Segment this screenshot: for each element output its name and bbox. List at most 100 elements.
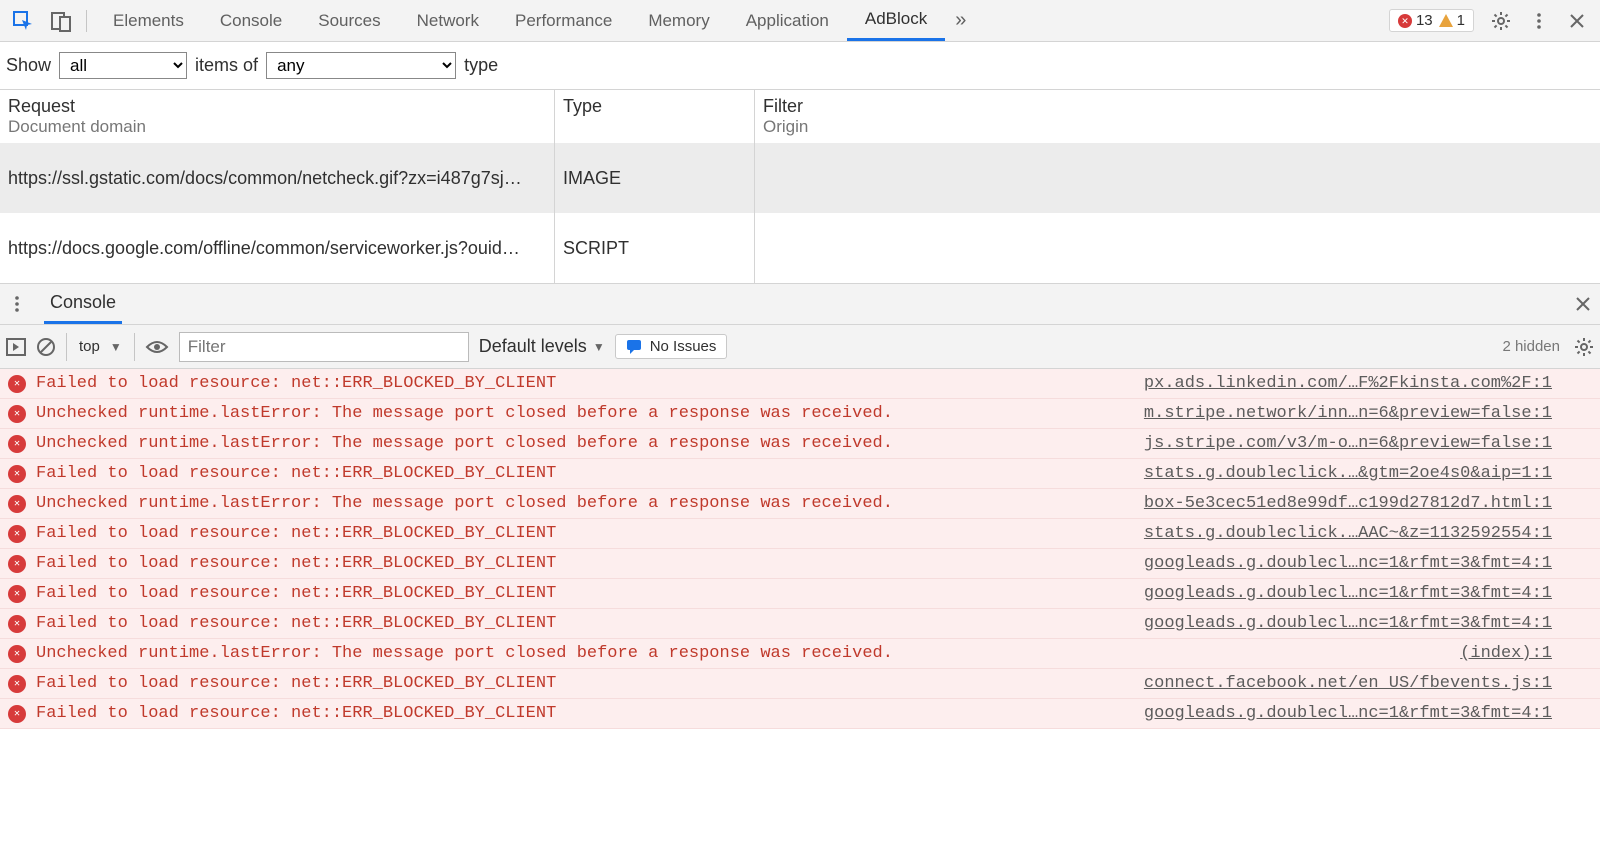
kebab-menu-icon[interactable]: [1522, 4, 1556, 38]
console-message[interactable]: Failed to load resource: net::ERR_BLOCKE…: [0, 609, 1600, 639]
message-source-link[interactable]: m.stripe.network/inn…n=6&preview=false:1: [1144, 404, 1552, 423]
message-source-link[interactable]: connect.facebook.net/en_US/fbevents.js:1: [1144, 674, 1552, 693]
table-row[interactable]: https://ssl.gstatic.com/docs/common/netc…: [0, 143, 1600, 213]
settings-gear-icon[interactable]: [1484, 4, 1518, 38]
error-icon: [8, 405, 26, 423]
col-request[interactable]: Request Document domain: [0, 90, 555, 143]
console-message[interactable]: Failed to load resource: net::ERR_BLOCKE…: [0, 459, 1600, 489]
panel-tabs: Elements Console Sources Network Perform…: [95, 0, 1385, 41]
message-source-link[interactable]: stats.g.doubleclick.…&gtm=2oe4s0&aip=1:1: [1144, 464, 1552, 483]
message-text: Failed to load resource: net::ERR_BLOCKE…: [36, 614, 556, 633]
clear-console-icon[interactable]: [36, 337, 56, 357]
warning-count: 1: [1457, 12, 1465, 29]
cell-request: https://docs.google.com/offline/common/s…: [0, 213, 555, 283]
console-messages[interactable]: Failed to load resource: net::ERR_BLOCKE…: [0, 369, 1600, 779]
drawer-tab-console[interactable]: Console: [44, 284, 122, 324]
toggle-sidebar-icon[interactable]: [6, 338, 26, 356]
console-message[interactable]: Failed to load resource: net::ERR_BLOCKE…: [0, 369, 1600, 399]
console-message[interactable]: Unchecked runtime.lastError: The message…: [0, 429, 1600, 459]
error-icon: [8, 525, 26, 543]
message-source-link[interactable]: js.stripe.com/v3/m-o…n=6&preview=false:1: [1144, 434, 1552, 453]
chevron-down-icon: ▼: [110, 340, 122, 354]
close-drawer-icon[interactable]: [1574, 295, 1592, 313]
cell-filter: [755, 213, 1600, 283]
cell-type: IMAGE: [555, 143, 755, 213]
error-icon: [1398, 14, 1412, 28]
warning-count-badge[interactable]: 1: [1439, 12, 1465, 29]
col-filter[interactable]: Filter Origin: [755, 90, 1600, 143]
console-message[interactable]: Failed to load resource: net::ERR_BLOCKE…: [0, 669, 1600, 699]
drawer-kebab-icon[interactable]: [8, 295, 26, 313]
live-expression-eye-icon[interactable]: [145, 339, 169, 355]
error-icon: [8, 675, 26, 693]
device-toggle-icon[interactable]: [44, 4, 78, 38]
inspect-element-icon[interactable]: [6, 4, 40, 38]
message-text: Unchecked runtime.lastError: The message…: [36, 404, 893, 423]
message-source-link[interactable]: googleads.g.doublecl…nc=1&rfmt=3&fmt=4:1: [1144, 704, 1552, 723]
cell-filter: [755, 143, 1600, 213]
chat-icon: [626, 339, 642, 355]
error-warning-badges[interactable]: 13 1: [1389, 9, 1474, 32]
message-source-link[interactable]: (index):1: [1460, 644, 1552, 663]
message-text: Failed to load resource: net::ERR_BLOCKE…: [36, 464, 556, 483]
console-message[interactable]: Unchecked runtime.lastError: The message…: [0, 399, 1600, 429]
tab-console[interactable]: Console: [202, 0, 300, 41]
console-message[interactable]: Failed to load resource: net::ERR_BLOCKE…: [0, 699, 1600, 729]
error-icon: [8, 465, 26, 483]
tab-network[interactable]: Network: [399, 0, 497, 41]
error-icon: [8, 615, 26, 633]
any-select[interactable]: any: [266, 52, 456, 79]
console-message[interactable]: Failed to load resource: net::ERR_BLOCKE…: [0, 549, 1600, 579]
chevron-down-icon: ▼: [593, 340, 605, 354]
message-source-link[interactable]: px.ads.linkedin.com/…F%2Fkinsta.com%2F:1: [1144, 374, 1552, 393]
tab-sources[interactable]: Sources: [300, 0, 398, 41]
tabs-overflow-icon[interactable]: »: [945, 0, 976, 41]
message-text: Failed to load resource: net::ERR_BLOCKE…: [36, 704, 556, 723]
message-source-link[interactable]: stats.g.doubleclick.…AAC~&z=1132592554:1: [1144, 524, 1552, 543]
message-text: Failed to load resource: net::ERR_BLOCKE…: [36, 524, 556, 543]
drawer-header: Console: [0, 283, 1600, 325]
devtools-toolbar: Elements Console Sources Network Perform…: [0, 0, 1600, 42]
tab-adblock[interactable]: AdBlock: [847, 0, 945, 41]
message-source-link[interactable]: googleads.g.doublecl…nc=1&rfmt=3&fmt=4:1: [1144, 614, 1552, 633]
close-devtools-icon[interactable]: [1560, 4, 1594, 38]
console-message[interactable]: Unchecked runtime.lastError: The message…: [0, 639, 1600, 669]
hidden-count[interactable]: 2 hidden: [1502, 338, 1560, 355]
message-text: Failed to load resource: net::ERR_BLOCKE…: [36, 674, 556, 693]
adblock-filter-bar: Show all items of any type: [0, 42, 1600, 89]
divider: [86, 10, 87, 32]
items-of-label: items of: [195, 55, 258, 76]
cell-type: SCRIPT: [555, 213, 755, 283]
adblock-table-header: Request Document domain Type Filter Orig…: [0, 90, 1600, 143]
adblock-table-body[interactable]: https://ssl.gstatic.com/docs/common/netc…: [0, 143, 1600, 283]
console-toolbar: top ▼ Default levels ▼ No Issues 2 hidde…: [0, 325, 1600, 369]
error-icon: [8, 435, 26, 453]
message-source-link[interactable]: box-5e3cec51ed8e99df…c199d27812d7.html:1: [1144, 494, 1552, 513]
error-icon: [8, 585, 26, 603]
console-message[interactable]: Failed to load resource: net::ERR_BLOCKE…: [0, 519, 1600, 549]
table-row[interactable]: https://docs.google.com/offline/common/s…: [0, 213, 1600, 283]
tab-application[interactable]: Application: [728, 0, 847, 41]
context-label: top: [79, 338, 100, 355]
console-message[interactable]: Failed to load resource: net::ERR_BLOCKE…: [0, 579, 1600, 609]
message-text: Unchecked runtime.lastError: The message…: [36, 434, 893, 453]
error-icon: [8, 495, 26, 513]
error-count: 13: [1416, 12, 1433, 29]
tab-memory[interactable]: Memory: [630, 0, 727, 41]
execution-context[interactable]: top ▼: [66, 333, 135, 361]
log-levels-dropdown[interactable]: Default levels ▼: [479, 336, 605, 357]
error-count-badge[interactable]: 13: [1398, 12, 1433, 29]
message-source-link[interactable]: googleads.g.doublecl…nc=1&rfmt=3&fmt=4:1: [1144, 584, 1552, 603]
console-settings-gear-icon[interactable]: [1574, 337, 1594, 357]
tab-elements[interactable]: Elements: [95, 0, 202, 41]
console-message[interactable]: Unchecked runtime.lastError: The message…: [0, 489, 1600, 519]
tab-performance[interactable]: Performance: [497, 0, 630, 41]
error-icon: [8, 705, 26, 723]
console-filter-input[interactable]: [179, 332, 469, 362]
show-select[interactable]: all: [59, 52, 187, 79]
issues-button[interactable]: No Issues: [615, 334, 728, 359]
col-type[interactable]: Type: [555, 90, 755, 143]
message-source-link[interactable]: googleads.g.doublecl…nc=1&rfmt=3&fmt=4:1: [1144, 554, 1552, 573]
adblock-table: Request Document domain Type Filter Orig…: [0, 89, 1600, 283]
error-icon: [8, 555, 26, 573]
